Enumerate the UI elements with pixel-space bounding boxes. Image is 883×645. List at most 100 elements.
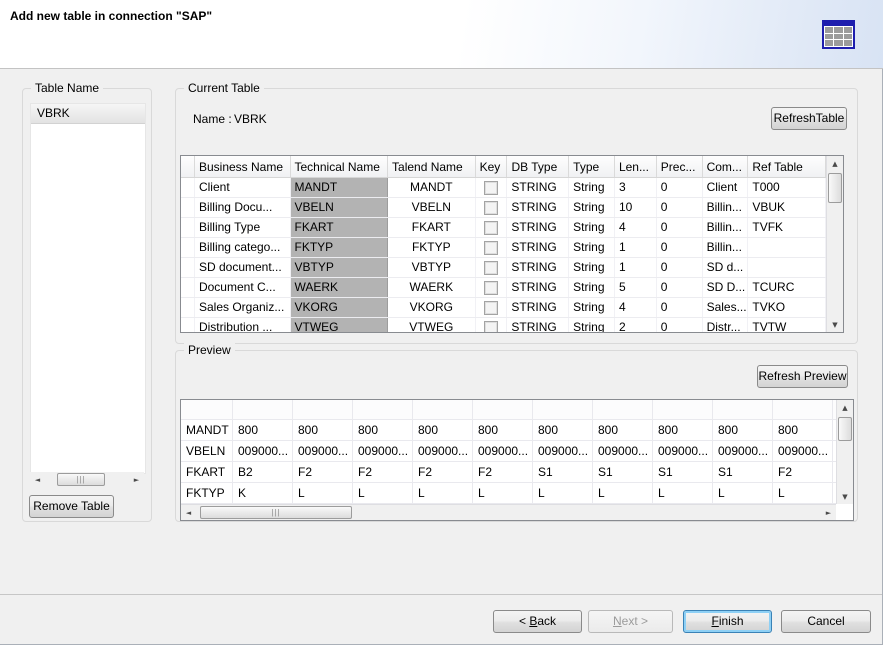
- column-header[interactable]: Type: [569, 156, 615, 177]
- ref-table-cell[interactable]: TVKO: [748, 298, 826, 317]
- db-type-cell[interactable]: STRING: [507, 278, 569, 297]
- column-header[interactable]: Ref Table: [748, 156, 826, 177]
- back-button[interactable]: < Back: [493, 610, 582, 633]
- ref-table-cell[interactable]: T000: [748, 178, 826, 197]
- scrollbar-track[interactable]: [827, 171, 843, 317]
- business-name-cell[interactable]: Document C...: [195, 278, 291, 297]
- type-cell[interactable]: String: [569, 298, 615, 317]
- type-cell[interactable]: String: [569, 178, 615, 197]
- talend-name-cell[interactable]: VTWEG: [388, 318, 476, 332]
- length-cell[interactable]: 5: [615, 278, 657, 297]
- finish-button[interactable]: Finish: [683, 610, 772, 633]
- table-name-list[interactable]: VBRK: [30, 103, 146, 474]
- column-header[interactable]: DB Type: [507, 156, 569, 177]
- db-type-cell[interactable]: STRING: [507, 198, 569, 217]
- scroll-left-icon[interactable]: ◄: [181, 505, 196, 520]
- ref-table-cell[interactable]: TVFK: [748, 218, 826, 237]
- ref-table-cell[interactable]: [748, 258, 826, 277]
- talend-name-cell[interactable]: FKART: [388, 218, 476, 237]
- ref-table-cell[interactable]: VBUK: [748, 198, 826, 217]
- precision-cell[interactable]: 0: [657, 218, 703, 237]
- cancel-button[interactable]: Cancel: [781, 610, 871, 633]
- type-cell[interactable]: String: [569, 278, 615, 297]
- key-checkbox[interactable]: [484, 321, 498, 333]
- scroll-down-icon[interactable]: ▼: [827, 317, 843, 332]
- schema-vscrollbar[interactable]: ▲ ▼: [826, 156, 843, 332]
- column-header[interactable]: Len...: [615, 156, 657, 177]
- row-selector-cell[interactable]: [181, 278, 195, 297]
- precision-cell[interactable]: 0: [657, 318, 703, 332]
- key-cell[interactable]: [476, 298, 508, 317]
- scroll-right-icon[interactable]: ►: [821, 505, 836, 520]
- scroll-right-icon[interactable]: ►: [129, 472, 144, 487]
- column-header[interactable]: Prec...: [657, 156, 703, 177]
- comment-cell[interactable]: Client: [703, 178, 749, 197]
- talend-name-cell[interactable]: VKORG: [388, 298, 476, 317]
- type-cell[interactable]: String: [569, 218, 615, 237]
- length-cell[interactable]: 2: [615, 318, 657, 332]
- column-header[interactable]: Com...: [703, 156, 749, 177]
- db-type-cell[interactable]: STRING: [507, 218, 569, 237]
- column-header[interactable]: Talend Name: [388, 156, 476, 177]
- row-selector-cell[interactable]: [181, 238, 195, 257]
- scroll-up-icon[interactable]: ▲: [837, 400, 853, 415]
- table-list-hscrollbar[interactable]: ◄ ►: [30, 472, 144, 487]
- scrollbar-track[interactable]: [196, 505, 821, 520]
- comment-cell[interactable]: Distr...: [703, 318, 749, 332]
- scrollbar-track[interactable]: [837, 415, 853, 489]
- ref-table-cell[interactable]: [748, 238, 826, 257]
- precision-cell[interactable]: 0: [657, 278, 703, 297]
- column-header[interactable]: Technical Name: [291, 156, 389, 177]
- column-header[interactable]: Key: [476, 156, 508, 177]
- talend-name-cell[interactable]: MANDT: [388, 178, 476, 197]
- type-cell[interactable]: String: [569, 198, 615, 217]
- length-cell[interactable]: 10: [615, 198, 657, 217]
- key-checkbox[interactable]: [484, 201, 498, 215]
- key-cell[interactable]: [476, 258, 508, 277]
- db-type-cell[interactable]: STRING: [507, 238, 569, 257]
- business-name-cell[interactable]: Client: [195, 178, 291, 197]
- length-cell[interactable]: 4: [615, 298, 657, 317]
- db-type-cell[interactable]: STRING: [507, 318, 569, 332]
- scrollbar-thumb[interactable]: [828, 173, 842, 203]
- precision-cell[interactable]: 0: [657, 198, 703, 217]
- business-name-cell[interactable]: Billing catego...: [195, 238, 291, 257]
- preview-hscrollbar[interactable]: ◄ ►: [181, 504, 836, 520]
- comment-cell[interactable]: Billin...: [703, 238, 749, 257]
- key-cell[interactable]: [476, 238, 508, 257]
- refresh-preview-button[interactable]: Refresh Preview: [757, 365, 848, 388]
- precision-cell[interactable]: 0: [657, 178, 703, 197]
- key-checkbox[interactable]: [484, 221, 498, 235]
- key-checkbox[interactable]: [484, 281, 498, 295]
- row-selector-cell[interactable]: [181, 178, 195, 197]
- length-cell[interactable]: 1: [615, 258, 657, 277]
- row-selector-cell[interactable]: [181, 318, 195, 332]
- length-cell[interactable]: 3: [615, 178, 657, 197]
- comment-cell[interactable]: SD D...: [703, 278, 749, 297]
- comment-cell[interactable]: Sales...: [703, 298, 749, 317]
- row-selector-cell[interactable]: [181, 218, 195, 237]
- db-type-cell[interactable]: STRING: [507, 298, 569, 317]
- ref-table-cell[interactable]: TVTW: [748, 318, 826, 332]
- comment-cell[interactable]: SD d...: [703, 258, 749, 277]
- business-name-cell[interactable]: Billing Type: [195, 218, 291, 237]
- talend-name-cell[interactable]: WAERK: [388, 278, 476, 297]
- key-checkbox[interactable]: [484, 301, 498, 315]
- key-checkbox[interactable]: [484, 241, 498, 255]
- business-name-cell[interactable]: Sales Organiz...: [195, 298, 291, 317]
- scrollbar-thumb[interactable]: [838, 417, 852, 441]
- key-cell[interactable]: [476, 278, 508, 297]
- column-header[interactable]: Business Name: [195, 156, 291, 177]
- key-checkbox[interactable]: [484, 181, 498, 195]
- talend-name-cell[interactable]: VBELN: [388, 198, 476, 217]
- row-selector-cell[interactable]: [181, 298, 195, 317]
- scrollbar-thumb[interactable]: [200, 506, 352, 519]
- type-cell[interactable]: String: [569, 238, 615, 257]
- remove-table-button[interactable]: Remove Table: [29, 495, 114, 518]
- comment-cell[interactable]: Billin...: [703, 198, 749, 217]
- db-type-cell[interactable]: STRING: [507, 258, 569, 277]
- refresh-table-button[interactable]: RefreshTable: [771, 107, 847, 130]
- scrollbar-thumb[interactable]: [57, 473, 105, 486]
- row-selector-cell[interactable]: [181, 258, 195, 277]
- scroll-down-icon[interactable]: ▼: [837, 489, 853, 504]
